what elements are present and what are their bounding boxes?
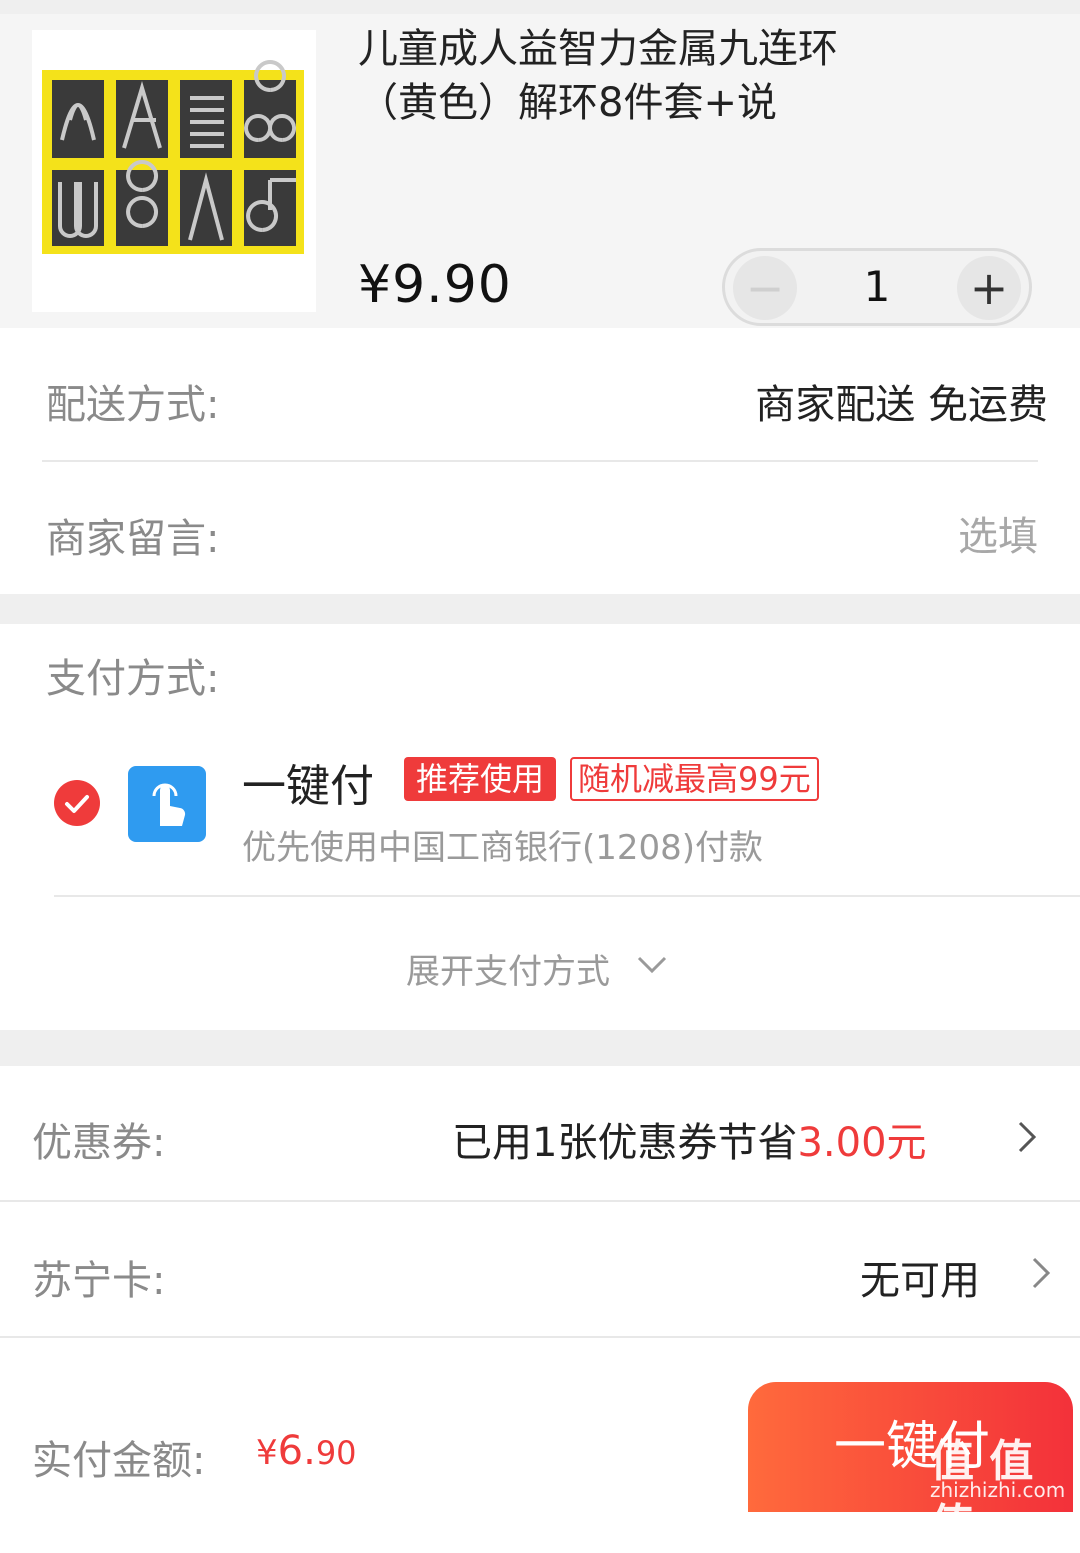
payment-label: 支付方式:: [46, 656, 220, 702]
product-title[interactable]: 儿童成人益智力金属九连环（黄色）解环8件套+说: [358, 22, 878, 130]
divider: [0, 1200, 1080, 1202]
suning-card-row[interactable]: 苏宁卡: 无可用: [0, 1204, 1080, 1336]
total-amount-int: 6.: [277, 1428, 316, 1474]
top-strip: [0, 0, 1080, 14]
chevron-down-icon[interactable]: [636, 952, 668, 978]
product-card: 儿童成人益智力金属九连环（黄色）解环8件套+说 ¥9.90 − 1 +: [0, 0, 1080, 328]
watermark-site: zhizhizhi.com: [930, 1478, 1066, 1502]
recommend-badge: 推荐使用: [404, 757, 557, 801]
message-label: 商家留言:: [46, 516, 220, 562]
total-label: 实付金额:: [32, 1438, 206, 1484]
coupon-value-text: 已用1张优惠券节省: [452, 1120, 798, 1166]
divider: [54, 895, 1080, 897]
coupon-row[interactable]: 优惠券: 已用1张优惠券节省3.00元: [0, 1068, 1080, 1200]
quantity-stepper[interactable]: − 1 +: [722, 248, 1032, 326]
chevron-right-icon: [1030, 1256, 1052, 1290]
delivery-label: 配送方式:: [46, 382, 220, 428]
total-currency: ¥: [256, 1433, 278, 1473]
message-input[interactable]: 选填: [958, 504, 1038, 562]
coupon-value: 已用1张优惠券节省3.00元: [452, 1110, 927, 1168]
total-amount: ¥6.90: [256, 1428, 357, 1474]
delivery-value: 商家配送 免运费: [755, 382, 1048, 428]
total-amount-dec: 90: [315, 1434, 357, 1472]
expand-payment-link[interactable]: 展开支付方式: [406, 944, 610, 993]
check-icon[interactable]: [54, 780, 100, 826]
divider: [42, 460, 1038, 462]
tap-hand-icon: [128, 766, 206, 842]
divider: [0, 1336, 1080, 1338]
product-image[interactable]: [32, 30, 316, 312]
section-gap: [0, 1030, 1080, 1066]
coupon-label: 优惠券:: [32, 1120, 166, 1166]
suning-card-value: 无可用: [860, 1258, 980, 1304]
discount-badge: 随机减最高99元: [570, 757, 819, 801]
coupon-saving-amount: 3.00元: [797, 1120, 927, 1166]
suning-card-label: 苏宁卡:: [32, 1258, 166, 1304]
payment-method-name[interactable]: 一键付: [242, 750, 374, 814]
section-gap: [0, 594, 1080, 624]
product-price: ¥9.90: [358, 255, 512, 315]
plus-icon: +: [969, 261, 1009, 315]
chevron-right-icon: [1016, 1120, 1038, 1154]
payment-subtitle: 优先使用中国工商银行(1208)付款: [242, 828, 764, 868]
increase-button[interactable]: +: [957, 256, 1021, 320]
expand-payment-label: 展开支付方式: [406, 952, 610, 992]
